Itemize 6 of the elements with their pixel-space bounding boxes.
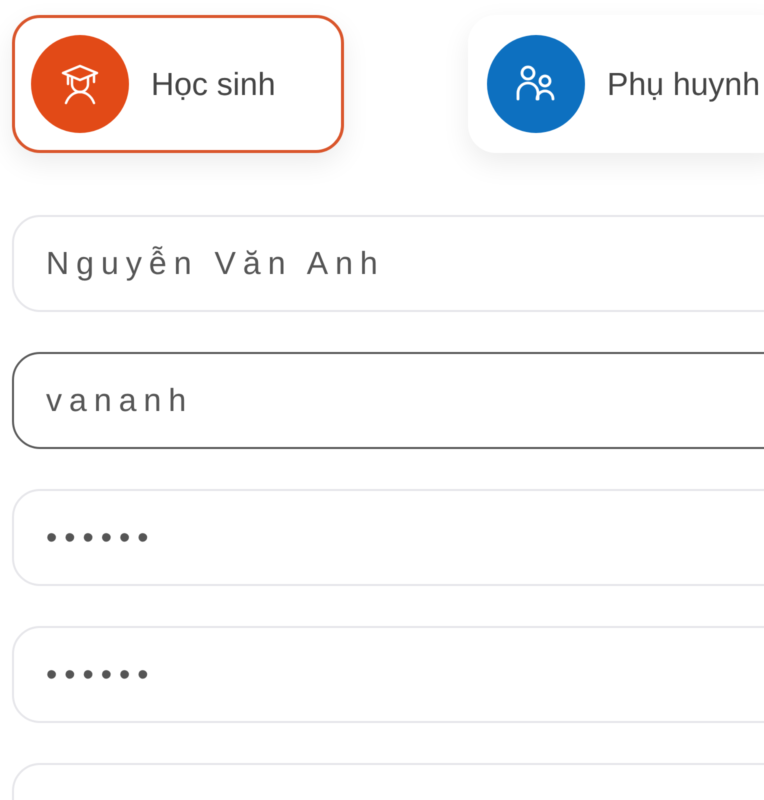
input-field[interactable]: •••••• [12,626,764,723]
student-role-tab[interactable]: Học sinh [12,15,344,153]
input-field[interactable]: Nguyễn Văn Anh [12,215,764,312]
input-field[interactable]: •••••• [12,489,764,586]
input-field[interactable]: vananh [12,352,764,449]
parent-role-tab[interactable]: Phụ huynh [468,15,764,153]
